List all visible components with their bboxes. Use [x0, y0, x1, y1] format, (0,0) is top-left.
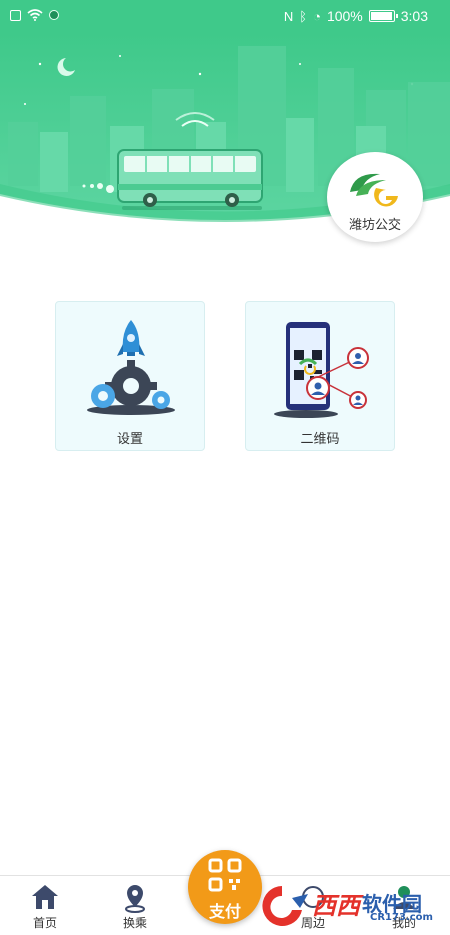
settings-card[interactable]: 设置	[55, 301, 205, 451]
phone-qr-icon	[274, 322, 369, 418]
status-right: N ᛒ ◔ 100% 3:03	[284, 8, 428, 24]
nav-home[interactable]: 首页	[5, 876, 85, 935]
nav-transfer-label: 换乘	[122, 916, 147, 930]
qr-code-label: 二维码	[300, 431, 340, 446]
watermark-logo-icon	[262, 886, 308, 926]
app-notification-icon	[49, 10, 59, 20]
battery-fill	[370, 12, 392, 20]
status-left	[10, 9, 59, 21]
watermark: 西西 软件园 CR173.com	[252, 882, 442, 930]
watermark-brand: 西西	[312, 892, 360, 920]
settings-label: 设置	[116, 431, 143, 446]
weifang-bus-logo-icon	[350, 173, 398, 206]
nfc-icon: N	[283, 8, 294, 24]
wifi-icon	[27, 9, 43, 21]
mute-bell-icon: ◔	[313, 8, 321, 24]
status-bar: N ᛒ ◔ 100% 3:03	[0, 0, 450, 34]
qr-pay-icon	[208, 858, 242, 892]
battery-icon	[368, 10, 398, 22]
battery-percent: 100%	[326, 8, 363, 24]
nav-transfer[interactable]: 换乘	[95, 876, 175, 935]
clock: 3:03	[400, 8, 428, 24]
qr-code-card[interactable]: 二维码	[245, 301, 395, 451]
home-icon	[32, 885, 58, 909]
pay-button[interactable]: 支付	[188, 850, 262, 924]
transfer-pin-icon	[125, 885, 145, 913]
rocket-gear-icon	[87, 320, 175, 415]
brand-logo-badge: 潍坊公交	[327, 152, 423, 242]
watermark-url: CR173.com	[370, 912, 433, 923]
sim-icon	[10, 9, 21, 21]
bluetooth-icon: ᛒ	[299, 8, 308, 24]
brand-name: 潍坊公交	[348, 216, 401, 232]
nav-home-label: 首页	[32, 916, 57, 930]
pay-label: 支付	[208, 904, 241, 921]
